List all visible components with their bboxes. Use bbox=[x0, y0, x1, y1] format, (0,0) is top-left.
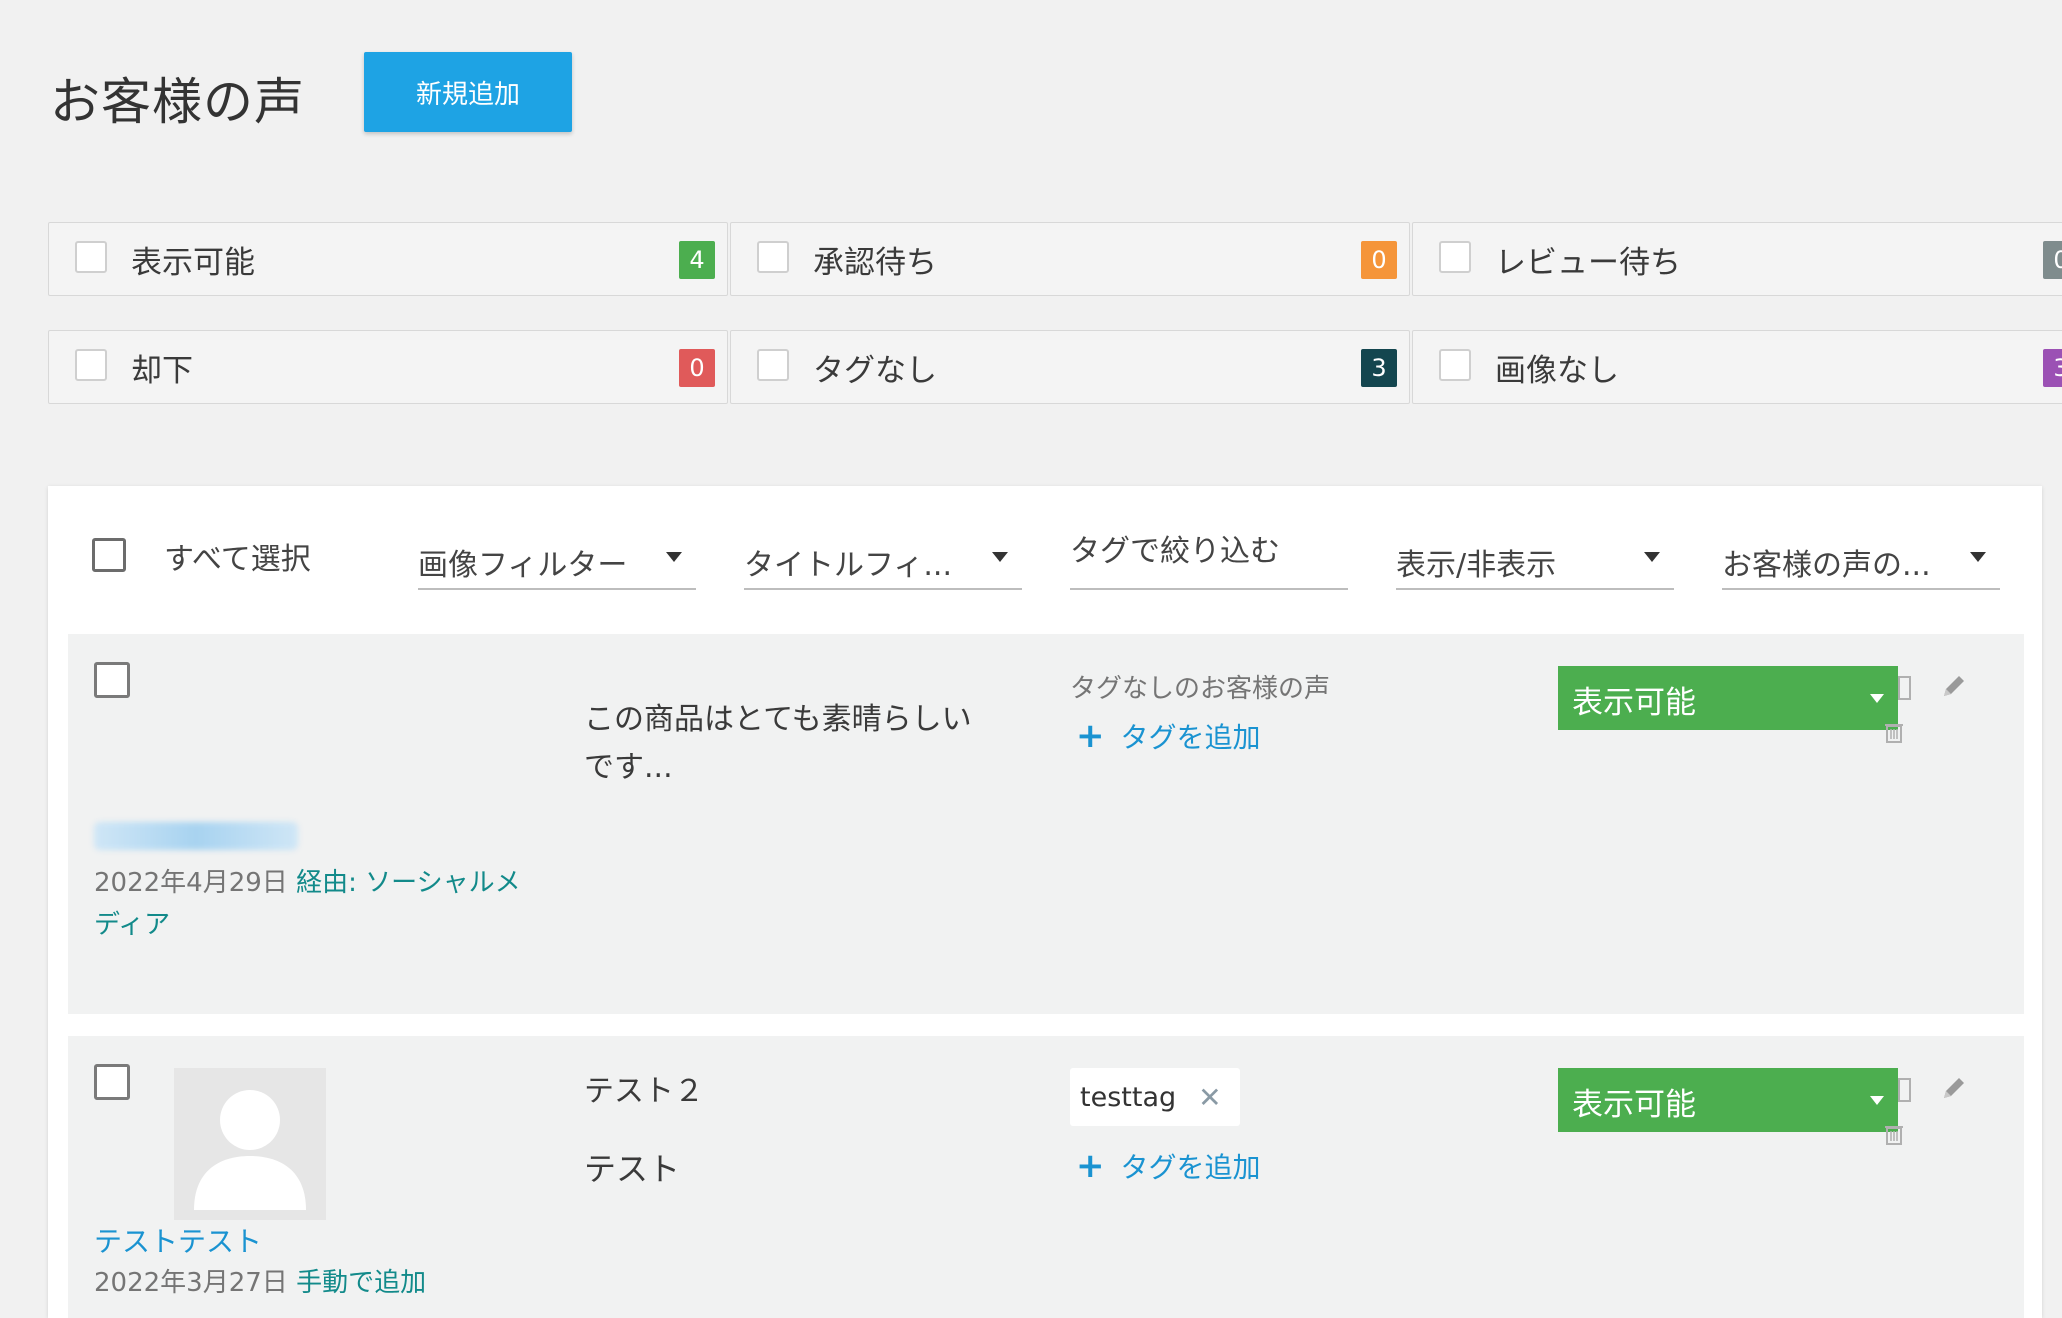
filter-checkbox[interactable] bbox=[75, 241, 107, 273]
filter-label: 表示可能 bbox=[131, 245, 255, 281]
source-prefix: 経由: bbox=[296, 868, 366, 898]
status-select[interactable]: 表示可能 bbox=[1558, 666, 1898, 730]
row-checkbox[interactable] bbox=[94, 662, 130, 698]
row-meta: 2022年4月29日 経由: ソーシャルメ ディア bbox=[94, 862, 554, 946]
caret-down-icon bbox=[992, 552, 1008, 562]
filter-card-no-image[interactable]: 画像なし 3 bbox=[1412, 330, 2062, 404]
filter-label: タグなし bbox=[813, 353, 937, 389]
no-tag-label: タグなしのお客様の声 bbox=[1070, 674, 1331, 704]
tag-label: testtag bbox=[1080, 1081, 1177, 1113]
copy-icon[interactable] bbox=[1898, 676, 1912, 702]
plus-icon: + bbox=[1076, 1146, 1105, 1186]
count-badge: 0 bbox=[1361, 241, 1397, 279]
status-label: 表示可能 bbox=[1572, 685, 1696, 721]
count-badge: 0 bbox=[679, 349, 715, 387]
filter-card-review[interactable]: レビュー待ち 0 bbox=[1412, 222, 2062, 296]
testimonial-title: テスト２ bbox=[584, 1074, 704, 1109]
excerpt-line: です... bbox=[584, 750, 673, 785]
count-badge: 3 bbox=[2043, 349, 2062, 387]
add-tag-link[interactable]: + タグを追加 bbox=[1076, 1146, 1261, 1186]
tag-filter-field[interactable] bbox=[1070, 534, 1348, 590]
copy-icon[interactable] bbox=[1898, 1078, 1912, 1104]
filter-checkbox[interactable] bbox=[757, 349, 789, 381]
testimonial-filter-dropdown[interactable]: お客様の声の... bbox=[1722, 534, 2000, 590]
add-tag-label: タグを追加 bbox=[1120, 1151, 1261, 1184]
filter-card-pending[interactable]: 承認待ち 0 bbox=[730, 222, 1410, 296]
source-link[interactable]: ソーシャルメ bbox=[365, 868, 520, 898]
trash-icon[interactable] bbox=[1884, 720, 1904, 744]
select-all-label: すべて選択 bbox=[164, 542, 311, 577]
excerpt-line: この商品はとても素晴らしい bbox=[584, 702, 972, 737]
page-title: お客様の声 bbox=[50, 73, 305, 131]
close-icon[interactable]: ✕ bbox=[1198, 1081, 1221, 1114]
add-tag-link[interactable]: + タグを追加 bbox=[1076, 716, 1261, 756]
status-select[interactable]: 表示可能 bbox=[1558, 1068, 1898, 1132]
caret-down-icon bbox=[1644, 552, 1660, 562]
filter-card-visible[interactable]: 表示可能 4 bbox=[48, 222, 728, 296]
dropdown-label: 画像フィルター bbox=[418, 548, 628, 583]
pencil-icon[interactable] bbox=[1940, 1074, 1968, 1102]
image-filter-dropdown[interactable]: 画像フィルター bbox=[418, 534, 696, 590]
source-link-cont[interactable]: ディア bbox=[94, 910, 170, 940]
plus-icon: + bbox=[1076, 716, 1105, 756]
caret-down-icon bbox=[666, 552, 682, 562]
trash-icon[interactable] bbox=[1884, 1122, 1904, 1146]
visibility-filter-dropdown[interactable]: 表示/非表示 bbox=[1396, 534, 1674, 590]
count-badge: 4 bbox=[679, 241, 715, 279]
caret-down-icon bbox=[1970, 552, 1986, 562]
count-badge: 0 bbox=[2043, 241, 2062, 279]
dropdown-label: タイトルフィ... bbox=[744, 548, 953, 583]
filter-label: 却下 bbox=[131, 353, 193, 389]
filter-label: 画像なし bbox=[1495, 353, 1619, 389]
add-new-button[interactable]: 新規追加 bbox=[364, 52, 572, 132]
user-placeholder-icon bbox=[194, 1090, 306, 1210]
filter-label: 承認待ち bbox=[813, 245, 937, 281]
pencil-icon[interactable] bbox=[1940, 672, 1968, 700]
title-filter-dropdown[interactable]: タイトルフィ... bbox=[744, 534, 1022, 590]
row-date: 2022年3月27日 bbox=[94, 1268, 288, 1298]
blurred-author-name bbox=[94, 822, 298, 850]
filter-checkbox[interactable] bbox=[757, 241, 789, 273]
filter-label: レビュー待ち bbox=[1495, 245, 1681, 281]
filter-card-rejected[interactable]: 却下 0 bbox=[48, 330, 728, 404]
filter-checkbox[interactable] bbox=[75, 349, 107, 381]
row-date: 2022年4月29日 bbox=[94, 868, 288, 898]
add-tag-label: タグを追加 bbox=[1120, 721, 1261, 754]
caret-down-icon bbox=[1870, 694, 1884, 703]
row-checkbox[interactable] bbox=[94, 1064, 130, 1100]
caret-down-icon bbox=[1870, 1096, 1884, 1105]
author-name-link[interactable]: テストテスト bbox=[94, 1220, 262, 1260]
filter-checkbox[interactable] bbox=[1439, 241, 1471, 273]
status-label: 表示可能 bbox=[1572, 1087, 1696, 1123]
tag-filter-input[interactable] bbox=[1070, 534, 1348, 569]
count-badge: 3 bbox=[1361, 349, 1397, 387]
filter-checkbox[interactable] bbox=[1439, 349, 1471, 381]
tag-chip: testtag ✕ bbox=[1070, 1068, 1240, 1126]
source-link[interactable]: 手動で追加 bbox=[296, 1268, 426, 1298]
avatar bbox=[174, 1068, 326, 1220]
filter-card-untagged[interactable]: タグなし 3 bbox=[730, 330, 1410, 404]
dropdown-label: お客様の声の... bbox=[1722, 548, 1931, 583]
row-meta: 2022年3月27日 手動で追加 bbox=[94, 1262, 426, 1299]
testimonial-text: テスト bbox=[584, 1150, 681, 1188]
testimonial-excerpt: この商品はとても素晴らしい です... bbox=[584, 696, 1004, 792]
dropdown-label: 表示/非表示 bbox=[1396, 548, 1557, 583]
select-all-checkbox[interactable] bbox=[92, 538, 126, 572]
